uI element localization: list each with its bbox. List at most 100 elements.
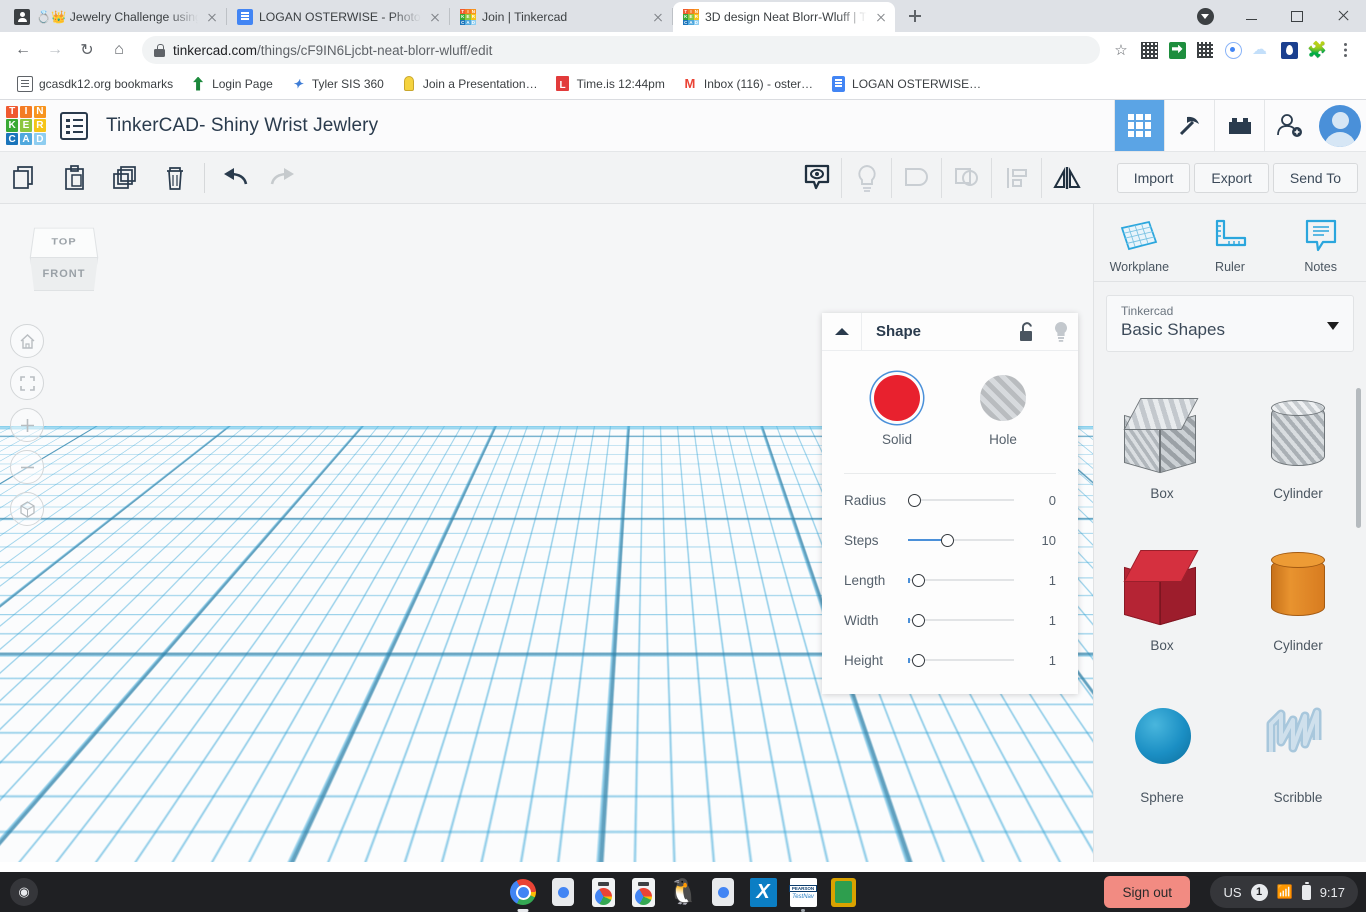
shelf-app-chrome-shortcut-2[interactable]	[628, 877, 659, 908]
bookmark-item[interactable]: ✦ Tyler SIS 360	[283, 72, 391, 96]
ortho-perspective-icon[interactable]	[10, 492, 44, 526]
address-input[interactable]: tinkercad.com/things/cF9IN6Ljcbt-neat-bl…	[142, 36, 1100, 64]
import-button[interactable]: Import	[1116, 163, 1191, 193]
shape-item-box-red[interactable]: Box	[1094, 530, 1230, 682]
shelf-app-linux-terminal[interactable]: 🐧	[667, 877, 698, 908]
property-value[interactable]: 10	[1022, 533, 1056, 548]
green-sheet-icon[interactable]	[1164, 37, 1190, 63]
resize-handle-corner[interactable]	[138, 797, 149, 808]
property-value[interactable]: 1	[1022, 573, 1056, 588]
qr-code-icon[interactable]	[1192, 37, 1218, 63]
shelf-app-excel[interactable]: X	[748, 877, 779, 908]
mirror-icon[interactable]	[1042, 158, 1092, 198]
solid-option[interactable]: Solid	[874, 375, 920, 447]
height-handle[interactable]	[174, 730, 192, 741]
send-to-button[interactable]: Send To	[1272, 163, 1358, 193]
zoom-out-icon[interactable]	[10, 450, 44, 484]
ruler-tool[interactable]: Ruler	[1191, 218, 1269, 274]
blue-badge-icon[interactable]	[1276, 37, 1302, 63]
shape-list[interactable]: Box Cylinder Box Cylinder Sphere Scribbl…	[1094, 364, 1366, 862]
height-slider[interactable]	[908, 650, 1014, 670]
view-cube-front[interactable]: FRONT	[30, 257, 98, 291]
bookmark-item[interactable]: L Time.is 12:44pm	[548, 72, 672, 96]
solid-color-swatch[interactable]	[874, 375, 920, 421]
edit-grid-button[interactable]: Edit Grid	[979, 766, 1060, 792]
shelf-app-chrome[interactable]	[508, 877, 539, 912]
tab-close-icon[interactable]	[204, 9, 220, 25]
align-icon[interactable]	[992, 158, 1042, 198]
paste-icon[interactable]	[50, 152, 100, 204]
shelf-app-pearson-testnav[interactable]: PEARSON TestNav	[788, 877, 819, 912]
property-value[interactable]: 1	[1022, 613, 1056, 628]
bookmark-item[interactable]: M Inbox (116) - oster…	[675, 72, 820, 96]
shelf-app-chrome-shortcut-1[interactable]	[588, 877, 619, 908]
shelf-app-camera[interactable]	[548, 877, 579, 908]
export-button[interactable]: Export	[1194, 163, 1269, 193]
zoom-in-icon[interactable]	[10, 408, 44, 442]
reload-button[interactable]: ↻	[72, 35, 102, 65]
minimize-button[interactable]	[1228, 0, 1274, 32]
bookmark-item[interactable]: LOGAN OSTERWISE…	[823, 72, 988, 96]
ungroup-icon[interactable]	[942, 158, 992, 198]
maximize-button[interactable]	[1274, 0, 1320, 32]
bookmark-item[interactable]: Login Page	[183, 72, 280, 96]
resize-handle-edge[interactable]	[172, 792, 180, 800]
shape-item-scribble[interactable]: Scribble	[1230, 682, 1366, 834]
tab-close-icon[interactable]	[427, 9, 443, 25]
radius-slider[interactable]	[908, 490, 1014, 510]
design-grid-icon[interactable]	[1114, 100, 1164, 151]
tab-close-icon[interactable]	[650, 9, 666, 25]
new-tab-button[interactable]	[901, 2, 929, 30]
status-tray[interactable]: US 1 📶 9:17	[1210, 876, 1358, 908]
workplane-tool[interactable]: Workplane	[1100, 218, 1178, 274]
width-slider[interactable]	[908, 610, 1014, 630]
shape-item-cylinder-hatched[interactable]: Cylinder	[1230, 378, 1366, 530]
redo-icon[interactable]	[259, 152, 309, 204]
resize-handle-corner[interactable]	[235, 730, 246, 741]
puzzle-extension-icon[interactable]: 🧩	[1304, 37, 1330, 63]
sign-out-button[interactable]: Sign out	[1104, 876, 1190, 908]
home-button[interactable]: ⌂	[104, 35, 134, 65]
shape-library-select[interactable]: Tinkercad Basic Shapes	[1106, 295, 1354, 352]
lego-brick-icon[interactable]	[1214, 100, 1264, 151]
property-value[interactable]: 0	[1022, 493, 1056, 508]
project-list-icon[interactable]	[60, 111, 88, 140]
rotate-handle-top[interactable]: ↶	[172, 671, 185, 689]
fit-all-icon[interactable]	[10, 366, 44, 400]
resize-handle-edge[interactable]	[142, 759, 150, 767]
browser-tab-4[interactable]: TIN KER CAD 3D design Neat Blorr-Wluff |…	[673, 2, 895, 32]
light-bulb-icon[interactable]	[842, 158, 892, 198]
back-button[interactable]: ←	[8, 35, 38, 65]
rotate-handle-bottom[interactable]: ↷	[170, 815, 183, 833]
shape-item-sphere[interactable]: Sphere	[1094, 682, 1230, 834]
browser-tab-1[interactable]: 💍👑 Jewelry Challenge using T	[4, 2, 226, 32]
tab-close-icon[interactable]	[873, 9, 889, 25]
snap-grid-select[interactable]: 1/8 in ▲	[993, 801, 1067, 827]
hole-swatch[interactable]	[980, 375, 1026, 421]
shape-item-box-hatched[interactable]: Box	[1094, 378, 1230, 530]
group-icon[interactable]	[892, 158, 942, 198]
tinkercad-logo-icon[interactable]: TIN KER CAD	[6, 105, 46, 146]
codeblocks-pickaxe-icon[interactable]	[1164, 100, 1214, 151]
resize-handle-edge[interactable]	[210, 734, 218, 742]
duplicate-icon[interactable]	[100, 152, 150, 204]
resize-handle-corner[interactable]	[207, 797, 218, 808]
browser-tab-3[interactable]: TIN KER CAD Join | Tinkercad	[450, 2, 672, 32]
undo-icon[interactable]	[209, 152, 259, 204]
invite-person-icon[interactable]	[1264, 100, 1314, 151]
record-icon[interactable]	[1220, 37, 1246, 63]
user-avatar[interactable]	[1314, 100, 1366, 151]
panel-collapse-icon[interactable]	[822, 312, 862, 351]
browser-tab-2[interactable]: LOGAN OSTERWISE - Photo Doc	[227, 2, 449, 32]
qr-scan-icon[interactable]	[1136, 37, 1162, 63]
shelf-app-green-contacts[interactable]	[828, 877, 859, 908]
close-window-button[interactable]	[1320, 0, 1366, 32]
hole-option[interactable]: Hole	[980, 375, 1026, 447]
forward-button[interactable]: →	[40, 35, 70, 65]
cloud-icon[interactable]: ☁	[1248, 37, 1274, 63]
notes-tool[interactable]: Notes	[1282, 218, 1360, 274]
shelf-app-camera-2[interactable]	[708, 877, 739, 908]
resize-handle-edge[interactable]	[221, 762, 229, 770]
three-dot-menu-icon[interactable]	[1332, 37, 1358, 63]
show-hide-eye-icon[interactable]	[792, 158, 842, 198]
